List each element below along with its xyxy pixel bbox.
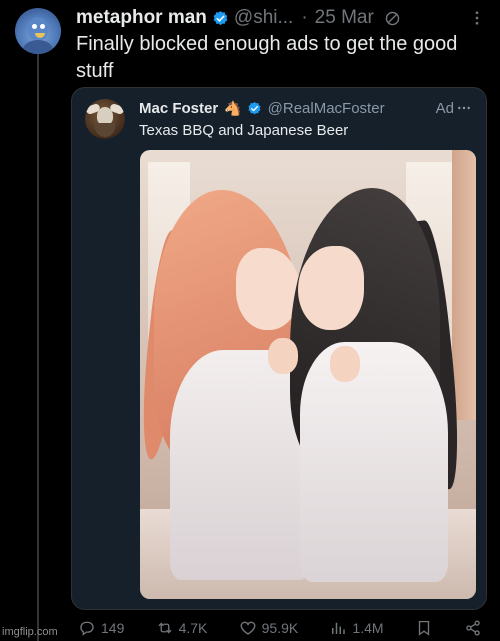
analytics-icon [332,622,346,634]
quoted-ad-card[interactable]: Mac Foster 🐴 @RealMacFoster Ad Texas BBQ… [71,87,487,610]
ad-verified-badge-icon [248,101,261,115]
ad-more-options-icon[interactable] [456,100,472,116]
like-button[interactable]: 95.9K [239,619,299,637]
ad-label: Ad [435,100,454,117]
author-name[interactable]: metaphor man [76,7,207,29]
horse-emoji-icon: 🐴 [224,100,242,116]
author-avatar[interactable] [15,8,61,54]
post-date[interactable]: 25 Mar [315,7,374,29]
post-text: Finally blocked enough ads to get the go… [76,33,458,82]
view-count: 1.4M [352,620,384,636]
views-button[interactable]: 1.4M [329,619,384,637]
separator-dot: · [301,7,308,28]
like-count: 95.9K [261,620,299,636]
heart-icon [240,621,256,635]
repost-count: 4.7K [178,620,208,636]
reply-icon [80,621,94,636]
repost-icon [158,622,172,634]
bookmark-icon[interactable] [415,619,433,637]
ad-author-handle[interactable]: @RealMacFoster [268,100,385,117]
reply-count: 149 [101,620,125,636]
prohibited-icon [385,11,400,25]
ad-text: Texas BBQ and Japanese Beer [139,122,349,139]
ad-header: Mac Foster 🐴 @RealMacFoster [139,100,385,117]
imgflip-watermark: imgflip.com [2,626,58,638]
author-handle[interactable]: @shi... [234,7,293,29]
thread-line [37,54,39,641]
repost-button[interactable]: 4.7K [156,619,208,637]
more-options-icon[interactable] [468,9,486,27]
verified-badge-icon [213,10,228,25]
post-action-bar: 149 4.7K 95.9K 1.4M [78,617,482,639]
post-header: metaphor man @shi... · 25 Mar [76,4,401,32]
ad-media-image[interactable] [140,150,476,599]
reply-button[interactable]: 149 [78,619,124,637]
share-icon[interactable] [464,619,482,637]
ad-author-name[interactable]: Mac Foster [139,100,218,117]
ad-author-avatar[interactable] [85,99,125,139]
